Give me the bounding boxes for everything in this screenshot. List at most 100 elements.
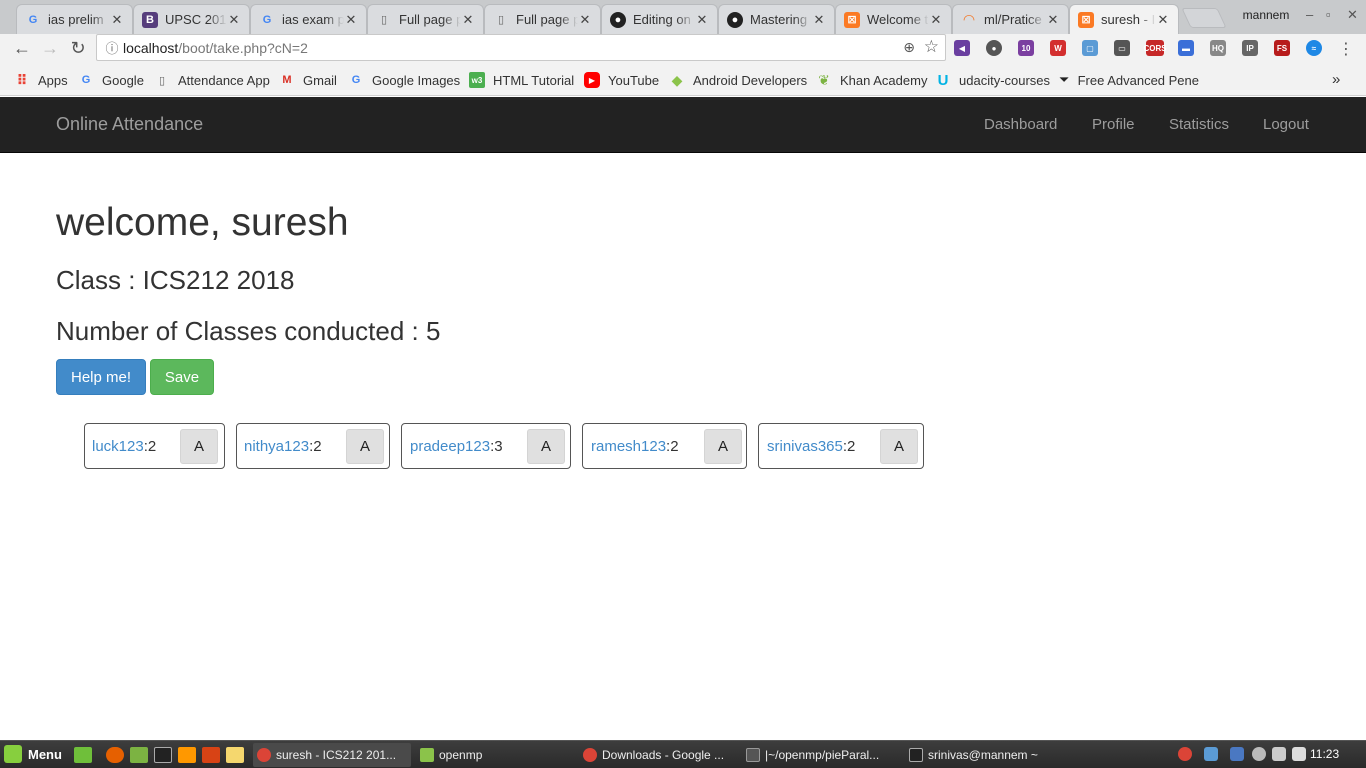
attendance-toggle-button[interactable]: A: [880, 429, 918, 464]
browser-tab[interactable]: G ias exam p ✕: [250, 4, 367, 34]
student-name-link[interactable]: pradeep123: [410, 438, 490, 455]
extension-icon[interactable]: ≈: [1306, 40, 1322, 56]
close-tab-icon[interactable]: ✕: [695, 12, 709, 28]
bookmark-html-tutorial[interactable]: w3 HTML Tutorial: [469, 71, 574, 89]
attendance-toggle-button[interactable]: A: [527, 429, 565, 464]
task-sublime[interactable]: |~/openmp/pieParal...: [742, 743, 900, 767]
start-menu-button[interactable]: Menu: [4, 745, 62, 763]
terminal-icon[interactable]: [154, 747, 172, 763]
attendance-toggle-button[interactable]: A: [704, 429, 742, 464]
student-name-link[interactable]: srinivas365: [767, 438, 843, 455]
close-tab-icon[interactable]: ✕: [1156, 12, 1170, 28]
save-button[interactable]: Save: [150, 359, 214, 395]
task-chrome-suresh[interactable]: suresh - ICS212 201...: [253, 743, 411, 767]
battery-icon[interactable]: [1292, 747, 1306, 761]
task-downloads-chrome[interactable]: Downloads - Google ...: [579, 743, 737, 767]
nav-logout[interactable]: Logout: [1263, 116, 1309, 133]
bookmark-apps[interactable]: ⠿ Apps: [14, 71, 68, 89]
extension-icon[interactable]: W: [1050, 40, 1066, 56]
forward-icon[interactable]: →: [38, 36, 62, 60]
help-button[interactable]: Help me!: [56, 359, 146, 395]
browser-tab[interactable]: ▯ Full page p ✕: [484, 4, 601, 34]
browser-tab[interactable]: ▯ Full page p ✕: [367, 4, 484, 34]
browser-tab[interactable]: B UPSC 201 ✕: [133, 4, 250, 34]
android-icon: ◆: [671, 71, 683, 88]
chrome-tray-icon[interactable]: [1178, 747, 1192, 761]
close-tab-icon[interactable]: ✕: [929, 12, 943, 28]
nav-dashboard[interactable]: Dashboard: [984, 116, 1057, 133]
task-openmp-folder[interactable]: openmp: [416, 743, 574, 767]
close-tab-icon[interactable]: ✕: [110, 12, 124, 28]
bookmark-khan-academy[interactable]: ❦ Khan Academy: [816, 71, 927, 89]
bookmark-gmail[interactable]: M Gmail: [279, 71, 337, 89]
browser-tab[interactable]: ● Mastering ✕: [718, 4, 835, 34]
attendance-toggle-button[interactable]: A: [180, 429, 218, 464]
clock[interactable]: 11:23: [1310, 747, 1339, 761]
more-bookmarks-icon[interactable]: »: [1332, 71, 1340, 88]
close-tab-icon[interactable]: ✕: [1046, 12, 1060, 28]
sublime-icon: [746, 748, 760, 762]
minimize-icon[interactable]: –: [1306, 7, 1313, 22]
info-icon[interactable]: ⓘ: [101, 38, 123, 57]
bookmark-google-images[interactable]: G Google Images: [348, 71, 460, 89]
udacity-icon: U: [937, 71, 949, 89]
browser-tab[interactable]: ● Editing on ✕: [601, 4, 718, 34]
firefox-icon[interactable]: [106, 747, 124, 763]
back-icon[interactable]: ←: [10, 36, 34, 60]
reload-icon[interactable]: ↻: [66, 36, 90, 60]
new-tab-button[interactable]: [1181, 8, 1227, 28]
bookmark-attendance-app[interactable]: ▯ Attendance App: [154, 71, 270, 89]
text-editor-icon[interactable]: [226, 747, 244, 763]
browser-tab[interactable]: ◠ ml/Pratice ✕: [952, 4, 1069, 34]
bookmark-star-icon[interactable]: ☆: [924, 37, 939, 57]
sublime-icon[interactable]: [202, 747, 220, 763]
attendance-toggle-button[interactable]: A: [346, 429, 384, 464]
browser-menu-icon[interactable]: ⋮: [1338, 39, 1354, 59]
close-tab-icon[interactable]: ✕: [344, 12, 358, 28]
close-tab-icon[interactable]: ✕: [227, 12, 241, 28]
extension-icon[interactable]: HQ: [1210, 40, 1226, 56]
extension-icon[interactable]: CORS: [1143, 40, 1167, 56]
extension-icon[interactable]: ▢: [1082, 40, 1098, 56]
close-tab-icon[interactable]: ✕: [578, 12, 592, 28]
bookmark-free-advanced-pene[interactable]: ⏷ Free Advanced Pene: [1059, 71, 1199, 89]
student-name-link[interactable]: luck123: [92, 438, 144, 455]
extension-icon[interactable]: ▬: [1178, 40, 1194, 56]
url-text[interactable]: localhost/boot/take.php?cN=2: [123, 40, 308, 56]
extension-icon[interactable]: ▭: [1114, 40, 1130, 56]
extension-icon[interactable]: 10: [1018, 40, 1034, 56]
bluetooth-icon[interactable]: [1230, 747, 1244, 761]
close-tab-icon[interactable]: ✕: [812, 12, 826, 28]
bookmark-youtube[interactable]: ▶ YouTube: [584, 71, 659, 89]
app-icon[interactable]: [178, 747, 196, 763]
close-tab-icon[interactable]: ✕: [461, 12, 475, 28]
zoom-icon[interactable]: ⊕: [903, 39, 915, 56]
extension-icon[interactable]: IP: [1242, 40, 1258, 56]
bookmark-udacity-courses[interactable]: U udacity-courses: [935, 71, 1050, 89]
close-window-icon[interactable]: ✕: [1347, 7, 1358, 23]
nav-statistics[interactable]: Statistics: [1169, 116, 1229, 133]
task-terminal[interactable]: srinivas@mannem ~: [905, 743, 1063, 767]
profile-name[interactable]: mannem: [1232, 8, 1300, 22]
bookmark-android-developers[interactable]: ◆ Android Developers: [669, 71, 808, 89]
student-name-link[interactable]: ramesh123: [591, 438, 666, 455]
restore-icon[interactable]: ▫: [1326, 7, 1331, 22]
extension-icon[interactable]: FS: [1274, 40, 1290, 56]
browser-tab[interactable]: ⊠ Welcome t ✕: [835, 4, 952, 34]
wifi-icon[interactable]: [1272, 747, 1286, 761]
show-desktop-icon[interactable]: [74, 747, 92, 763]
chrome-icon: [257, 748, 271, 762]
chrome-icon: [583, 748, 597, 762]
user-icon[interactable]: [1252, 747, 1266, 761]
browser-tab-active[interactable]: ⊠ suresh - IC ✕: [1069, 4, 1179, 34]
folder-icon[interactable]: [130, 747, 148, 763]
bookmark-google[interactable]: G Google: [78, 71, 144, 89]
extension-icon[interactable]: ◀: [954, 40, 970, 56]
extension-icon[interactable]: ●: [986, 40, 1002, 56]
navbar-brand[interactable]: Online Attendance: [56, 114, 203, 135]
student-name-link[interactable]: nithya123: [244, 438, 309, 455]
shield-icon[interactable]: [1204, 747, 1218, 761]
nav-profile[interactable]: Profile: [1092, 116, 1135, 133]
browser-tab[interactable]: G ias prelim ✕: [16, 4, 133, 34]
address-bar[interactable]: ⓘ localhost/boot/take.php?cN=2 ⊕ ☆: [96, 34, 946, 61]
